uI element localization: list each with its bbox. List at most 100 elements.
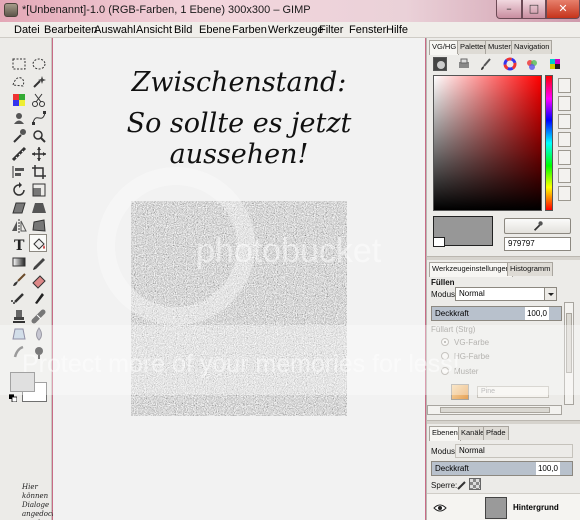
pattern-preview[interactable] (451, 384, 469, 400)
close-button[interactable]: ✕ (546, 0, 580, 19)
rotate-icon[interactable] (10, 181, 28, 199)
free-select-icon[interactable] (10, 73, 28, 91)
maximize-button[interactable]: □ (522, 0, 546, 19)
panel-separator[interactable] (427, 256, 580, 260)
tab-paths[interactable]: Pfade (483, 426, 509, 440)
tool-options-vscroll[interactable] (564, 302, 574, 405)
color-picker-icon[interactable] (10, 127, 28, 145)
color-mode-h[interactable] (558, 78, 571, 93)
default-colors-icon[interactable] (9, 393, 18, 403)
menu-farben[interactable]: Farben (232, 24, 267, 36)
fill-option-pattern: Muster (454, 367, 479, 376)
layer-opacity-value[interactable]: 100,0 (535, 462, 560, 475)
fill-type-label: Füllart (Strg) (431, 325, 476, 334)
measure-icon[interactable] (10, 145, 28, 163)
airbrush-icon[interactable] (10, 289, 28, 307)
fuzzy-select-icon[interactable] (30, 73, 48, 91)
zoom-icon[interactable] (30, 127, 48, 145)
layer-row[interactable]: Hintergrund (427, 493, 580, 520)
perspective-clone-icon[interactable] (10, 325, 28, 343)
color-saturation-field[interactable] (433, 75, 542, 211)
menu-fenster[interactable]: Fenster (349, 24, 386, 36)
foreground-color-swatch[interactable] (10, 372, 35, 392)
cmyk-icon[interactable] (548, 57, 562, 71)
fill-opacity-slider[interactable]: Deckkraft 100,0 (431, 306, 562, 321)
foreground-select-icon[interactable] (10, 109, 28, 127)
blend-icon[interactable] (10, 253, 28, 271)
eyedropper-button[interactable] (504, 218, 571, 234)
tab-patterns[interactable]: Muster (485, 40, 514, 54)
menu-datei[interactable]: Datei (14, 24, 40, 36)
color-mode-g[interactable] (558, 150, 571, 165)
tool-options-hscroll[interactable] (427, 405, 562, 415)
watercolor-icon[interactable] (525, 57, 539, 71)
menu-ansicht[interactable]: Ansicht (136, 24, 172, 36)
clone-icon[interactable] (10, 307, 28, 325)
color-mode-extra[interactable] (558, 186, 571, 201)
menu-auswahl[interactable]: Auswahl (94, 24, 136, 36)
rect-select-icon[interactable] (10, 55, 28, 73)
lock-alpha-icon[interactable] (469, 478, 481, 490)
layer-mode-select[interactable]: Normal (455, 444, 573, 458)
opacity-value[interactable]: 100,0 (524, 307, 549, 320)
scissors-icon[interactable] (30, 91, 48, 109)
tab-histogram[interactable]: Histogramm (507, 262, 554, 276)
crop-icon[interactable] (30, 163, 48, 181)
align-icon[interactable] (10, 163, 28, 181)
eraser-icon[interactable] (30, 271, 48, 289)
hue-slider[interactable] (545, 75, 553, 211)
pencil-icon[interactable] (30, 253, 48, 271)
panel-separator[interactable] (427, 420, 580, 424)
hex-color-field[interactable]: 979797 (504, 237, 571, 251)
gimp-app-icon[interactable] (4, 3, 18, 17)
heal-icon[interactable] (30, 307, 48, 325)
menu-bearbeiten[interactable]: Bearbeiten (44, 24, 97, 36)
eye-icon[interactable] (433, 501, 447, 515)
layer-opacity-slider[interactable]: Deckkraft 100,0 (431, 461, 573, 476)
ink-icon[interactable] (30, 289, 48, 307)
color-wheel-icon[interactable] (503, 57, 517, 71)
gimp-selector-icon[interactable] (433, 57, 447, 71)
menu-ebene[interactable]: Ebene (199, 24, 231, 36)
blur-icon[interactable] (30, 325, 48, 343)
tab-layers[interactable]: Ebenen (429, 426, 461, 441)
color-mode-v[interactable] (558, 114, 571, 129)
image-canvas[interactable]: Zwischenstand: So sollte es jetzt ausseh… (53, 38, 425, 520)
flip-icon[interactable] (10, 217, 28, 235)
previous-color-swatch[interactable] (433, 237, 445, 247)
bucket-fill-icon[interactable] (29, 234, 47, 252)
printer-selector-icon[interactable] (457, 57, 471, 71)
tab-navigation[interactable]: Navigation (511, 40, 553, 54)
menu-hilfe[interactable]: Hilfe (386, 24, 408, 36)
fill-mode-select[interactable]: Normal (455, 287, 557, 301)
menu-werkzeuge[interactable]: Werkzeuge (268, 24, 323, 36)
tab-tool-options[interactable]: Werkzeugeinstellungen (429, 262, 513, 277)
brush-selector-icon[interactable] (479, 57, 493, 71)
paths-icon[interactable] (30, 109, 48, 127)
pattern-name-field[interactable]: Pine (477, 386, 549, 398)
tab-fg-bg[interactable]: VG/HG (429, 40, 460, 55)
text-icon[interactable]: T (10, 235, 28, 253)
color-mode-b[interactable] (558, 168, 571, 183)
smudge-icon[interactable] (10, 343, 28, 361)
cage-icon[interactable] (30, 217, 48, 235)
radio-bg-color[interactable] (441, 352, 449, 360)
shear-icon[interactable] (10, 199, 28, 217)
lock-pixels-icon[interactable] (455, 478, 469, 492)
minimize-button[interactable]: – (496, 0, 522, 19)
radio-pattern[interactable] (441, 367, 449, 375)
paintbrush-icon[interactable] (10, 271, 28, 289)
move-icon[interactable] (30, 145, 48, 163)
perspective-icon[interactable] (30, 199, 48, 217)
scale-icon[interactable] (30, 181, 48, 199)
dodge-burn-icon[interactable] (30, 343, 48, 361)
menu-bild[interactable]: Bild (174, 24, 192, 36)
scrollbar-thumb[interactable] (440, 407, 550, 413)
color-mode-r[interactable] (558, 132, 571, 147)
scrollbar-thumb[interactable] (566, 313, 572, 373)
ellipse-select-icon[interactable] (30, 55, 48, 73)
menu-filter[interactable]: Filter (319, 24, 343, 36)
radio-fg-color[interactable] (441, 338, 449, 346)
color-select-icon[interactable] (10, 91, 28, 109)
color-mode-s[interactable] (558, 96, 571, 111)
